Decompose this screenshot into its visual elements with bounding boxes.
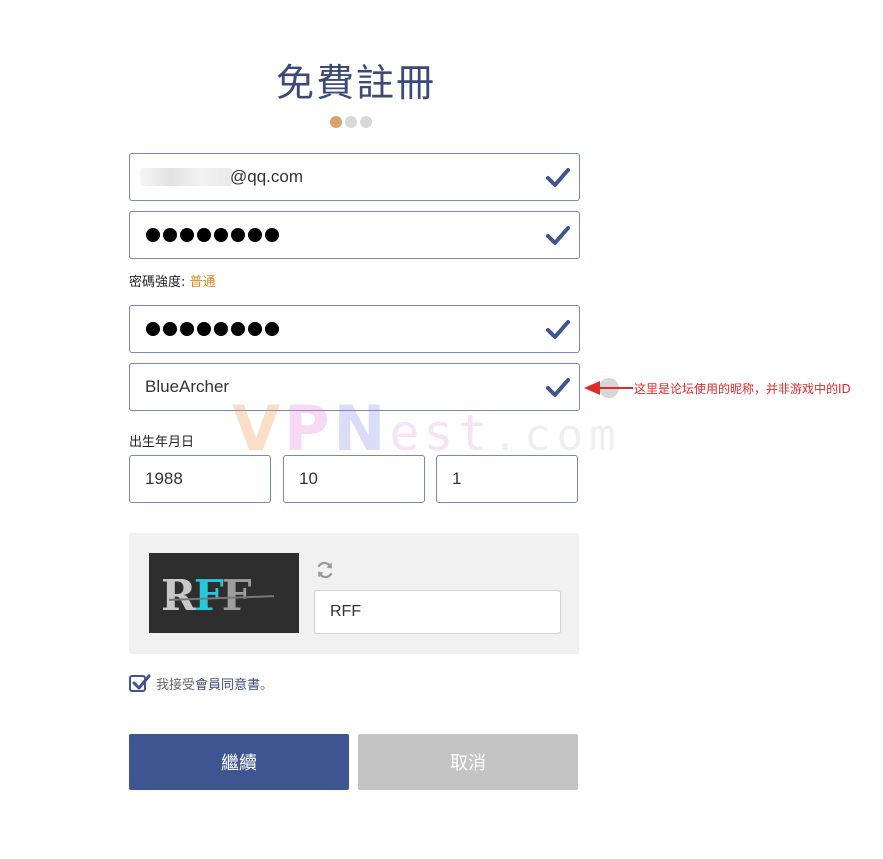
continue-button[interactable]: 繼續 xyxy=(129,734,349,790)
checkmark-icon xyxy=(132,674,151,690)
captcha-panel: RFF xyxy=(129,533,579,654)
agreement-link[interactable]: 會員同意書 xyxy=(195,678,260,693)
captcha-char-1: R xyxy=(161,571,196,620)
cancel-button[interactable]: 取消 xyxy=(358,734,578,790)
agreement-prefix: 我接受 xyxy=(156,678,196,693)
birth-year-field[interactable] xyxy=(129,455,271,503)
page-title: 免費註冊 xyxy=(275,61,436,105)
agreement-checkbox[interactable] xyxy=(129,674,151,692)
watermark-com: .com xyxy=(491,410,622,461)
email-field[interactable]: @qq.com xyxy=(129,153,580,201)
step-indicator xyxy=(330,116,372,128)
captcha-input[interactable] xyxy=(330,591,550,633)
annotation-text: 这里是论坛使用的昵称，并非游戏中的ID xyxy=(634,382,851,396)
email-redaction xyxy=(140,168,232,186)
password-strength-label: 密碼強度: xyxy=(129,275,186,290)
birth-day-input[interactable] xyxy=(452,456,562,502)
step-dot-1 xyxy=(330,116,342,128)
refresh-icon[interactable] xyxy=(315,560,335,580)
step-dot-2 xyxy=(345,116,357,128)
email-value: @qq.com xyxy=(230,167,304,186)
captcha-image: RFF xyxy=(149,553,299,633)
confirm-password-mask xyxy=(146,306,279,352)
birth-day-field[interactable] xyxy=(436,455,578,503)
confirm-password-field[interactable] xyxy=(129,305,580,353)
captcha-field[interactable] xyxy=(314,590,561,634)
birth-year-input[interactable] xyxy=(145,456,255,502)
check-icon xyxy=(546,168,570,187)
watermark-est: est xyxy=(389,404,492,462)
check-icon xyxy=(546,320,570,339)
step-dot-3 xyxy=(360,116,372,128)
check-icon xyxy=(546,226,570,245)
birthday-label: 出生年月日 xyxy=(129,435,195,450)
password-field[interactable] xyxy=(129,211,580,259)
agreement-text: 我接受會員同意書。 xyxy=(156,674,273,693)
arrow-left-icon xyxy=(584,378,633,398)
password-strength-value: 普通 xyxy=(189,275,216,290)
agreement-row: 我接受會員同意書。 xyxy=(129,674,273,693)
birth-month-input[interactable] xyxy=(299,456,409,502)
password-mask xyxy=(146,212,279,258)
captcha-char-2: F xyxy=(193,571,224,620)
password-strength: 密碼強度: 普通 xyxy=(129,271,216,290)
birth-month-field[interactable] xyxy=(283,455,425,503)
agreement-suffix: 。 xyxy=(260,678,274,693)
